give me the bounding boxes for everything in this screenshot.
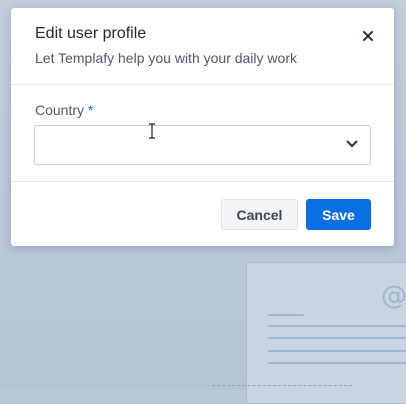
text-cursor-icon xyxy=(149,123,155,139)
dialog-footer: Cancel Save xyxy=(11,181,394,246)
background-line xyxy=(268,314,304,316)
edit-profile-dialog: Edit user profile Let Templafy help you … xyxy=(11,8,394,246)
background-line xyxy=(268,350,406,352)
required-marker: * xyxy=(88,102,94,118)
background-line xyxy=(268,362,406,364)
save-button[interactable]: Save xyxy=(306,199,371,230)
background-line xyxy=(268,337,406,339)
background-card: @ xyxy=(246,262,406,404)
close-button[interactable] xyxy=(360,28,376,44)
background-dashed-border xyxy=(212,385,352,396)
country-label-text: Country xyxy=(35,102,85,118)
country-select[interactable] xyxy=(34,125,371,165)
close-icon xyxy=(363,31,373,41)
cancel-button[interactable]: Cancel xyxy=(221,199,298,230)
dialog-subtitle: Let Templafy help you with your daily wo… xyxy=(35,50,297,66)
at-symbol: @ xyxy=(381,281,406,311)
dialog-header: Edit user profile Let Templafy help you … xyxy=(11,8,394,85)
dialog-title: Edit user profile xyxy=(35,25,147,42)
chevron-down-icon xyxy=(346,140,358,147)
background-line xyxy=(268,325,406,327)
country-label: Country * xyxy=(35,102,93,118)
